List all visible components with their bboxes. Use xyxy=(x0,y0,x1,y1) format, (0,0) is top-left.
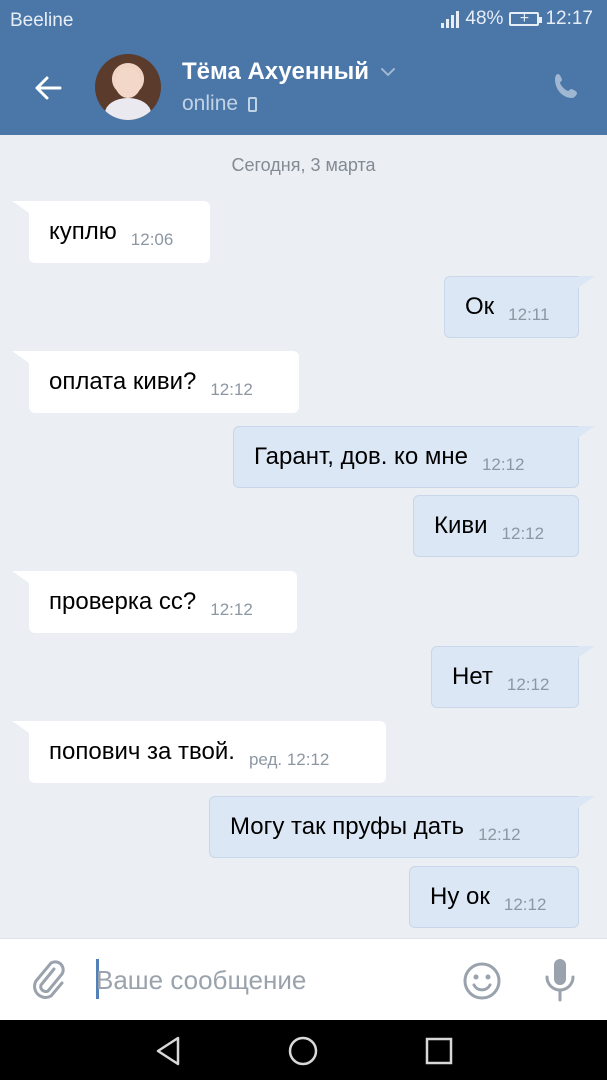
bubble-tail xyxy=(12,571,29,583)
bubble-tail xyxy=(578,426,595,438)
message-time: 12:12 xyxy=(481,455,525,474)
message-text: Ну ок xyxy=(430,883,490,910)
contact-name: Тёма Ахуенный xyxy=(182,58,370,85)
message-text: Ок xyxy=(465,293,495,320)
message-time: 12:06 xyxy=(130,230,174,249)
battery-percent: 48% xyxy=(465,8,504,29)
clock: 12:17 xyxy=(545,8,593,29)
paperclip-icon[interactable] xyxy=(30,959,66,1001)
battery-icon: + xyxy=(509,10,543,27)
message-time: 12:12 xyxy=(478,825,521,844)
message-time: 12:12 xyxy=(506,675,550,694)
nav-back-icon[interactable] xyxy=(152,1034,186,1068)
microphone-icon[interactable] xyxy=(541,957,579,1003)
message-text: Могу так пруфы дать xyxy=(230,813,465,840)
bubble-tail xyxy=(578,276,595,288)
message-text: Гарант, дов. ко мне xyxy=(254,443,468,470)
date-divider: Сегодня, 3 марта xyxy=(231,155,376,175)
message-composer: Ваше сообщение xyxy=(0,938,607,1021)
bubble-tail xyxy=(578,646,595,658)
message-bubble-outgoing[interactable]: Ну ок 12:12 xyxy=(409,866,579,928)
message-bubble-outgoing[interactable]: Ок 12:11 xyxy=(444,276,579,338)
presence-row: online xyxy=(182,92,258,116)
back-arrow-icon[interactable] xyxy=(32,72,64,104)
message-text: попович за твой. xyxy=(49,738,235,765)
chat-header: Тёма Ахуенный online xyxy=(0,42,607,135)
message-bubble-incoming[interactable]: куплю 12:06 xyxy=(29,201,210,263)
message-text: Нет xyxy=(452,663,493,690)
message-text: проверка сс? xyxy=(49,588,197,615)
nav-home-icon[interactable] xyxy=(286,1034,320,1068)
message-time: 12:12 xyxy=(503,895,547,914)
message-bubble-incoming[interactable]: оплата киви? 12:12 xyxy=(29,351,299,413)
avatar[interactable] xyxy=(95,54,161,120)
message-bubble-incoming[interactable]: попович за твой. ред. 12:12 xyxy=(29,721,386,783)
message-text: куплю xyxy=(49,218,117,245)
bubble-tail xyxy=(578,796,595,808)
emoji-icon[interactable] xyxy=(462,961,502,1001)
message-text: Киви xyxy=(434,512,488,539)
message-text: оплата киви? xyxy=(49,368,197,395)
mobile-device-icon xyxy=(248,96,258,112)
message-bubble-outgoing[interactable]: Гарант, дов. ко мне 12:12 xyxy=(233,426,579,488)
bubble-tail xyxy=(12,201,29,213)
message-time: 12:12 xyxy=(210,380,253,399)
nav-recents-icon[interactable] xyxy=(422,1034,456,1068)
contact-name-row[interactable]: Тёма Ахуенный xyxy=(182,58,397,86)
bubble-tail xyxy=(12,351,29,363)
message-time: ред. 12:12 xyxy=(248,750,330,769)
message-input[interactable]: Ваше сообщение xyxy=(96,965,306,996)
status-bar: Beeline 48% + 12:17 xyxy=(0,0,607,42)
message-bubble-outgoing[interactable]: Могу так пруфы дать 12:12 xyxy=(209,796,579,858)
carrier-label: Beeline xyxy=(10,10,74,31)
message-bubble-incoming[interactable]: проверка сс? 12:12 xyxy=(29,571,297,633)
signal-icon xyxy=(441,10,460,28)
chevron-down-icon xyxy=(381,68,396,77)
message-time: 12:11 xyxy=(508,305,550,324)
message-bubble-outgoing[interactable]: Нет 12:12 xyxy=(431,646,579,708)
system-navigation-bar xyxy=(0,1020,607,1080)
presence-status: online xyxy=(182,92,239,115)
message-time: 12:12 xyxy=(210,600,253,619)
message-list[interactable]: Сегодня, 3 марта куплю 12:06 Ок 12:11 оп… xyxy=(0,135,607,938)
phone-call-icon[interactable] xyxy=(551,70,583,102)
status-icons: 48% + 12:17 xyxy=(441,8,593,30)
bubble-tail xyxy=(12,721,29,733)
message-time: 12:12 xyxy=(501,524,545,543)
message-bubble-outgoing[interactable]: Киви 12:12 xyxy=(413,495,579,557)
